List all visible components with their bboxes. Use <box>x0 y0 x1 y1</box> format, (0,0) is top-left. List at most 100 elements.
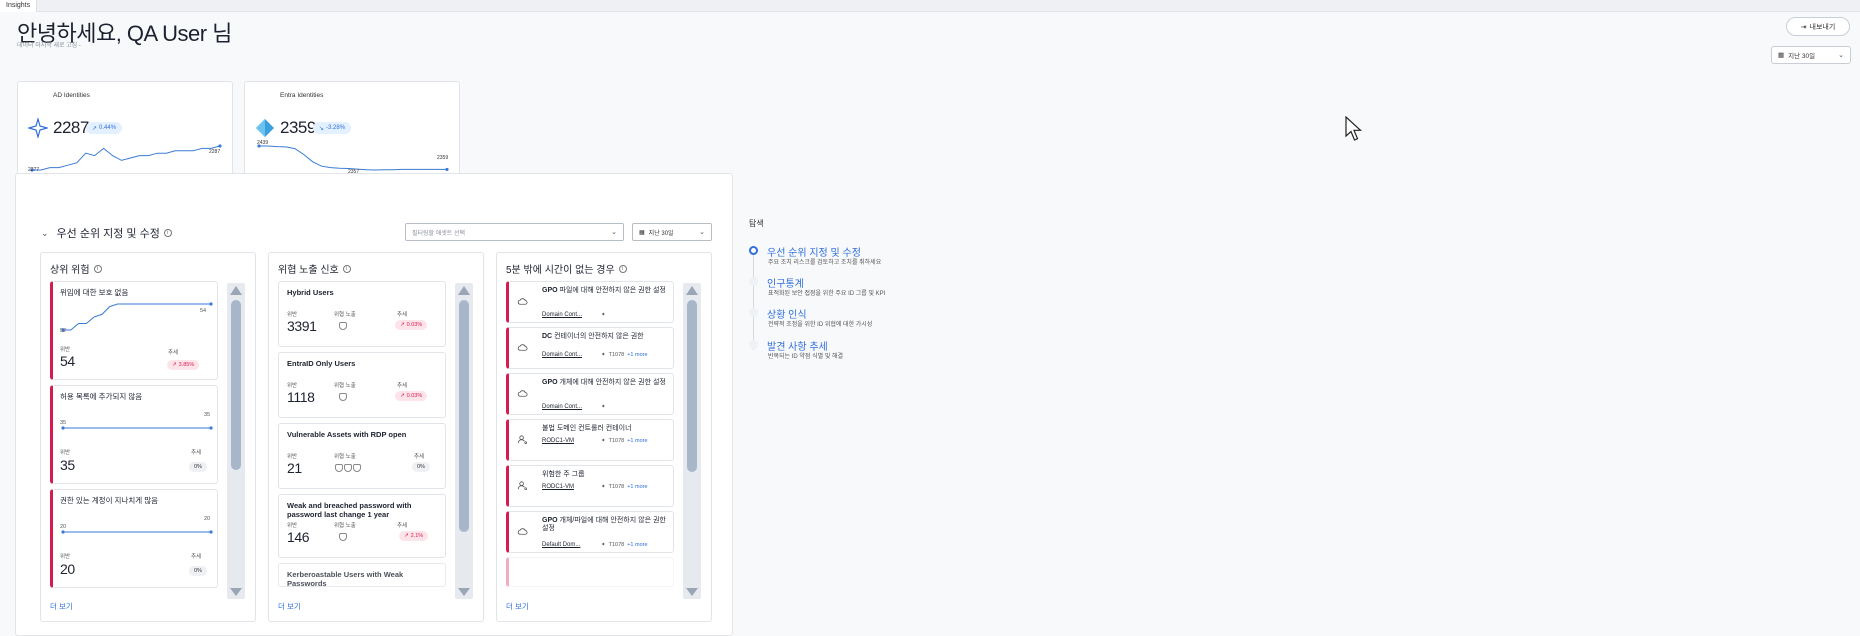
scroll-thumb[interactable] <box>231 300 241 470</box>
sparkline-point <box>61 530 65 534</box>
tab-insights[interactable]: Insights <box>0 0 38 12</box>
risk-card-title: 권한 있는 계정이 지나치게 많음 <box>60 496 159 505</box>
exposure-card[interactable]: Weak and breached password with password… <box>278 494 446 558</box>
more-techniques-link[interactable]: +1 more <box>627 438 647 444</box>
risk-violation-label: 위반 <box>60 554 71 560</box>
top-risks-scrollbar[interactable] <box>227 283 245 599</box>
mouse-cursor-icon <box>1345 116 1363 141</box>
priority-period-select[interactable]: ▦ 지난 30일 ⌄ <box>632 223 712 241</box>
entra-identities-card[interactable]: Entra Identities 2359 ↘ -3.28% 2439 2357 … <box>244 81 460 181</box>
quick-win-title: GPO 개체/파일에 대해 안전하지 않은 권한 설정 <box>542 517 666 532</box>
quick-wins-more-link[interactable]: 더 보기 <box>506 601 529 612</box>
risk-card-title: 허용 목록에 추가되지 않음 <box>60 392 143 401</box>
risk-trend-badge: 0% <box>189 566 207 576</box>
asset-filter-select[interactable]: 필터링할 애셋트 선택 ⌄ <box>405 223 624 241</box>
scroll-thumb[interactable] <box>687 300 697 472</box>
ad-identities-card[interactable]: AD Identities 2287 ↗ 0.44% 2277 2287 <box>17 81 233 181</box>
info-icon[interactable]: i <box>163 229 172 237</box>
exposure-violation-count: 1118 <box>287 389 315 405</box>
quick-win-target-link[interactable]: Domain Cont... <box>542 352 582 358</box>
quick-win-card[interactable]: 불법 도메인 컨트롤러 컨테이너 RODC1-VM ✦ T1078 +1 more <box>506 419 674 461</box>
sparkline-point <box>209 530 213 534</box>
quick-win-target-link[interactable]: Domain Cont... <box>542 404 582 410</box>
risk-trend-badge: ↗ 3.85% <box>167 360 200 370</box>
ad-identities-count: 2287 <box>53 118 89 137</box>
quick-win-card[interactable]: GPO 개체/파일에 대해 안전하지 않은 권한 설정 Default Dom.… <box>506 511 674 553</box>
info-icon[interactable]: i <box>618 264 627 273</box>
scroll-up-icon[interactable] <box>230 286 242 295</box>
priority-period-value: 지난 30일 <box>648 230 674 237</box>
more-techniques-link[interactable]: +1 more <box>627 542 647 548</box>
scroll-down-icon[interactable] <box>686 588 698 596</box>
quick-win-title: 불법 도메인 컨트롤러 컨테이너 <box>542 425 632 432</box>
sparkline-point <box>61 426 65 430</box>
exposure-card[interactable]: Kerberoastable Users with Weak Passwords <box>278 563 446 587</box>
quick-win-target-link[interactable]: Domain Cont... <box>542 312 582 318</box>
quick-wins-scrollbar[interactable] <box>683 283 701 599</box>
risk-card[interactable]: 권한 있는 계정이 지나치게 많음 20 20 위반 추세 20 0% <box>50 489 218 588</box>
more-techniques-link[interactable]: +1 more <box>627 352 647 358</box>
trend-up-icon: ↗ <box>400 393 405 399</box>
quick-win-card[interactable] <box>506 557 674 587</box>
quick-win-card[interactable]: GPO 개체에 대해 안전하지 않은 권한 설정 Domain Cont... … <box>506 373 674 415</box>
trend-up-icon: ↗ <box>400 322 405 328</box>
risk-card[interactable]: 위임에 대한 보호 없음 54 52 위반 추세 54 ↗ 3.85% <box>50 281 218 380</box>
exposure-card-title: Hybrid Users <box>287 288 334 297</box>
toc-active-dot <box>749 246 758 255</box>
scroll-up-icon[interactable] <box>458 286 470 295</box>
top-risks-more-link[interactable]: 더 보기 <box>50 601 73 612</box>
quick-win-target-link[interactable]: Default Dom... <box>542 542 580 548</box>
risk-max-label: 54 <box>200 308 207 314</box>
entra-diamond-icon <box>256 119 274 137</box>
sparkline-point <box>209 302 213 306</box>
quick-win-card[interactable]: DC 컨테이너의 안전하지 않은 권한 Domain Cont... ✦ T107… <box>506 327 674 369</box>
toc-dot <box>749 308 758 317</box>
risk-trend-label: 추세 <box>191 450 202 456</box>
exposure-card[interactable]: EntraID Only Users 위반 1118 위협 노출 추세 ↗ 0.0… <box>278 352 446 418</box>
risk-card[interactable]: 허용 목록에 추가되지 않음 35 35 위반 추세 35 0% <box>50 385 218 484</box>
date-range-select[interactable]: ▦ 지난 30일 ⌄ <box>1771 46 1851 64</box>
scroll-down-icon[interactable] <box>230 588 242 596</box>
exposure-trend-label: 추세 <box>397 383 408 389</box>
scroll-up-icon[interactable] <box>686 286 698 295</box>
exposure-card-title: EntraID Only Users <box>287 359 356 368</box>
exposure-violation-count: 146 <box>287 529 310 545</box>
shield-icon <box>339 533 347 541</box>
exposure-more-link[interactable]: 더 보기 <box>278 601 301 612</box>
exposure-scrollbar[interactable] <box>455 283 473 599</box>
exposure-violation-label: 위반 <box>287 454 298 460</box>
exposure-trend-badge: ↗ 0.03% <box>395 320 428 330</box>
toc-item-desc: 전략적 조정을 위한 ID 위협에 대한 가시성 <box>768 322 873 328</box>
cloud-icon <box>517 298 528 305</box>
info-icon[interactable]: i <box>342 264 351 273</box>
risk-min-label: 35 <box>60 420 67 426</box>
top-risks-title: 상위 위험 i <box>50 261 102 276</box>
exposure-trend-label: 추세 <box>397 523 408 529</box>
trend-up-icon: ↗ <box>92 125 98 132</box>
quick-win-target-link[interactable]: RODC1-VM <box>542 438 574 444</box>
shield-icon <box>335 464 343 472</box>
technique-icon: ✦ <box>601 352 606 358</box>
export-button[interactable]: ⇥ 내보내기 <box>1786 17 1850 36</box>
exposure-signal-label: 위협 노출 <box>334 312 356 318</box>
quick-win-card[interactable]: GPO 파일에 대해 안전하지 않은 권한 설정 Domain Cont... … <box>506 281 674 323</box>
exposure-card[interactable]: Hybrid Users 위반 3391 위협 노출 추세 ↗ 0.03% <box>278 281 446 347</box>
toc-dot <box>749 340 758 349</box>
scroll-down-icon[interactable] <box>458 588 470 596</box>
exposure-signal-label: 위협 노출 <box>334 383 356 389</box>
quick-win-target-link[interactable]: RODC1-VM <box>542 484 574 490</box>
quick-win-technique: ✦ <box>601 404 606 410</box>
technique-icon: ✦ <box>601 542 606 548</box>
more-techniques-link[interactable]: +1 more <box>627 484 647 490</box>
risk-max-label: 20 <box>204 516 211 522</box>
info-icon[interactable]: i <box>93 264 102 273</box>
sparkline-path <box>259 145 447 171</box>
technique-icon: ✦ <box>601 438 606 444</box>
exposure-card[interactable]: Vulnerable Assets with RDP open 위반 21 위협… <box>278 423 446 489</box>
quick-win-card[interactable]: 위험한 주 그룹 RODC1-VM ✦ T1078 +1 more <box>506 465 674 507</box>
trend-up-icon: ↗ <box>404 533 409 539</box>
priority-section-title[interactable]: ⌄ 우선 순위 지정 및 수정 i <box>41 225 172 241</box>
collapse-chevron-icon[interactable]: ⌄ <box>41 228 49 239</box>
scroll-thumb[interactable] <box>459 300 469 532</box>
cloud-icon <box>517 390 528 397</box>
